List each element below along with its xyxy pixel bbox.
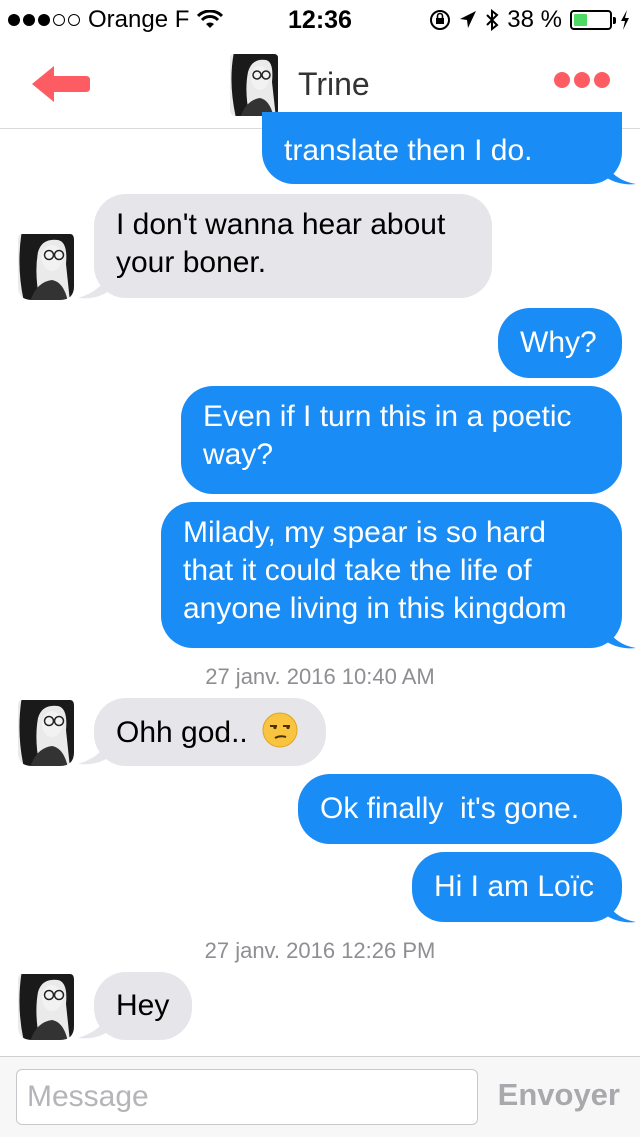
message-text: I don't wanna hear about your boner.: [116, 208, 446, 279]
message-text: translate then I do.: [284, 134, 533, 167]
message-text: Ok finally it's gone.: [320, 792, 580, 825]
back-arrow-icon[interactable]: [28, 62, 92, 106]
outgoing-message[interactable]: Hi I am Loïc: [412, 852, 622, 922]
contact-avatar[interactable]: [226, 52, 282, 118]
unamused-face-icon: [262, 712, 298, 748]
contact-avatar[interactable]: [16, 970, 76, 1042]
message-text: Even if I turn this in a poetic way?: [203, 400, 572, 471]
location-arrow-icon: [460, 11, 477, 28]
outgoing-message[interactable]: Ok finally it's gone.: [298, 774, 622, 844]
orientation-lock-icon: [430, 10, 451, 30]
more-options-icon[interactable]: [554, 72, 610, 88]
battery-icon: [570, 10, 616, 30]
outgoing-message[interactable]: Milady, my spear is so hard that it coul…: [161, 502, 622, 648]
battery-level: [574, 14, 587, 26]
status-bar: Orange F 12:36 38 %: [0, 0, 640, 40]
message-timestamp: 27 janv. 2016 10:40 AM: [205, 664, 435, 689]
contact-avatar[interactable]: [16, 230, 76, 302]
message-input[interactable]: [16, 1069, 478, 1125]
bluetooth-icon: [486, 9, 499, 31]
message-timestamp: 27 janv. 2016 12:26 PM: [204, 938, 436, 963]
incoming-message[interactable]: Hey: [94, 972, 192, 1040]
contact-name[interactable]: Trine: [298, 66, 370, 103]
bubble-tail: [604, 160, 636, 185]
bubble-tail: [604, 622, 636, 649]
outgoing-message[interactable]: Even if I turn this in a poetic way?: [181, 386, 622, 494]
send-button[interactable]: Envoyer: [498, 1077, 620, 1113]
charging-icon: [621, 10, 629, 30]
message-text: Hi I am Loïc: [434, 870, 595, 903]
battery-percent: 38 %: [507, 6, 562, 33]
status-right: 38 %: [429, 6, 630, 34]
composer-bar: Envoyer: [0, 1056, 640, 1137]
message-text: Ohh god..: [116, 716, 248, 749]
message-text: Hey: [116, 989, 170, 1022]
outgoing-message[interactable]: Why?: [498, 308, 622, 378]
message-text: Why?: [520, 326, 597, 359]
outgoing-message[interactable]: translate then I do.: [262, 112, 622, 184]
contact-avatar[interactable]: [16, 696, 76, 768]
incoming-message[interactable]: Ohh god..: [94, 698, 326, 766]
bubble-tail: [604, 896, 636, 923]
incoming-message[interactable]: I don't wanna hear about your boner.: [94, 194, 492, 298]
message-text: Milady, my spear is so hard that it coul…: [183, 516, 567, 625]
